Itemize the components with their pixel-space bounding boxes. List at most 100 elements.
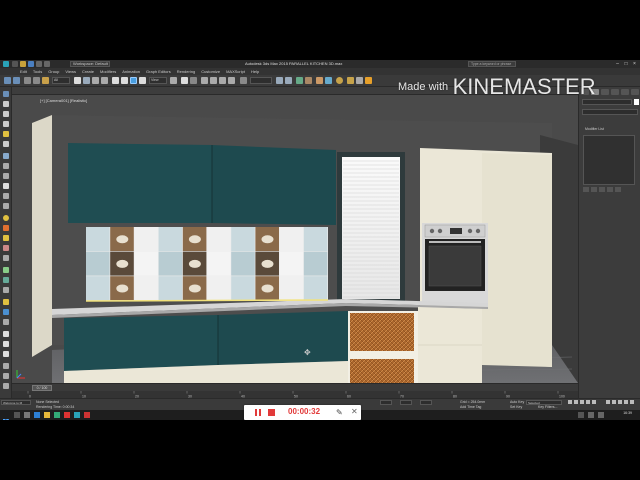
element-icon[interactable]	[3, 141, 9, 147]
modifier-stack[interactable]	[583, 135, 635, 185]
render-setup-icon[interactable]	[347, 77, 354, 84]
swift-loop-icon[interactable]	[3, 153, 9, 159]
vertex-icon[interactable]	[3, 101, 9, 107]
menu-rendering[interactable]: Rendering	[174, 68, 198, 75]
x-coordinate-field[interactable]	[380, 400, 392, 405]
percent-snap-icon[interactable]	[219, 77, 226, 84]
render-production-icon[interactable]	[365, 77, 372, 84]
bridge-icon[interactable]	[3, 235, 9, 241]
select-object-icon[interactable]	[74, 77, 81, 84]
play-icon[interactable]	[580, 400, 584, 404]
auto-key-button[interactable]: Auto Key	[510, 400, 524, 404]
undo-icon[interactable]	[36, 61, 42, 67]
menu-tools[interactable]: Tools	[30, 68, 45, 75]
snaps-toggle-icon[interactable]	[201, 77, 208, 84]
select-move-icon[interactable]	[112, 77, 119, 84]
scene-explorer-icon[interactable]	[296, 77, 303, 84]
redo-toolbar-icon[interactable]	[13, 77, 20, 84]
key-filters-button[interactable]: Key Filters...	[538, 405, 557, 409]
edit-named-selection-icon[interactable]	[240, 77, 247, 84]
relax-icon[interactable]	[3, 215, 9, 221]
paint-deform-icon[interactable]	[3, 299, 9, 305]
schematic-view-icon[interactable]	[325, 77, 332, 84]
system-tray-icon[interactable]	[578, 412, 584, 418]
file-explorer-icon[interactable]	[44, 412, 50, 418]
y-coordinate-field[interactable]	[400, 400, 412, 405]
material-editor-icon[interactable]	[336, 77, 343, 84]
configure-sets-icon[interactable]	[615, 187, 621, 192]
object-color-swatch[interactable]	[634, 99, 639, 105]
minimize-icon[interactable]: –	[614, 60, 621, 68]
create-shape-icon[interactable]	[3, 225, 9, 231]
edge-icon[interactable]	[3, 111, 9, 117]
edge-browser-icon[interactable]	[34, 412, 40, 418]
rendered-frame-window-icon[interactable]	[356, 77, 363, 84]
pan-icon[interactable]	[624, 400, 628, 404]
named-selection-dropdown[interactable]	[250, 77, 272, 84]
select-rotate-icon[interactable]	[121, 77, 128, 84]
flatten-icon[interactable]	[3, 319, 9, 325]
app-logo-icon[interactable]	[3, 61, 9, 67]
time-slider[interactable]: 0 / 100	[12, 383, 578, 391]
modifier-list-dropdown[interactable]	[582, 109, 638, 115]
bevel-icon[interactable]	[3, 203, 9, 209]
camera-viewport[interactable]: [+] [Camera001] [Realistic] ✥	[12, 95, 578, 383]
open-file-icon[interactable]	[20, 61, 26, 67]
keyboard-shortcut-icon[interactable]	[190, 77, 197, 84]
field-of-view-icon[interactable]	[618, 400, 622, 404]
taskbar-clock[interactable]: 16:39	[623, 411, 632, 415]
target-weld-icon[interactable]	[3, 255, 9, 261]
show-end-result-icon[interactable]	[591, 187, 597, 192]
unhide-all-icon[interactable]	[3, 373, 9, 379]
new-file-icon[interactable]	[12, 61, 18, 67]
menu-edit[interactable]: Edit	[17, 68, 30, 75]
polygon-modeling-icon[interactable]	[3, 91, 9, 97]
maxscript-listener[interactable]: Welcome to M	[1, 400, 31, 405]
save-file-icon[interactable]	[28, 61, 34, 67]
redo-icon[interactable]	[44, 61, 50, 67]
workspace-dropdown[interactable]: Workspace: Default	[70, 61, 110, 67]
shift-icon[interactable]	[3, 309, 9, 315]
bind-space-warp-icon[interactable]	[42, 77, 49, 84]
menu-customize[interactable]: Customize	[198, 68, 223, 75]
make-planar-icon[interactable]	[3, 331, 9, 337]
layer-explorer-icon[interactable]	[305, 77, 312, 84]
menu-help[interactable]: Help	[248, 68, 262, 75]
chamfer-icon[interactable]	[3, 267, 9, 273]
recorder-taskbar-icon[interactable]	[84, 412, 90, 418]
previous-frame-icon[interactable]	[574, 400, 578, 404]
utilities-tab-icon[interactable]	[631, 89, 639, 95]
draw-pen-icon[interactable]: ✎	[336, 408, 343, 417]
undo-toolbar-icon[interactable]	[4, 77, 11, 84]
angle-snap-icon[interactable]	[210, 77, 217, 84]
display-tab-icon[interactable]	[621, 89, 629, 95]
hierarchy-tab-icon[interactable]	[601, 89, 609, 95]
go-to-start-icon[interactable]	[568, 400, 572, 404]
hide-selected-icon[interactable]	[3, 363, 9, 369]
link-icon[interactable]	[24, 77, 31, 84]
menu-maxscript[interactable]: MAXScript	[223, 68, 248, 75]
store-icon[interactable]	[54, 412, 60, 418]
pause-recording-icon[interactable]	[255, 409, 261, 416]
spinner-snap-icon[interactable]	[228, 77, 235, 84]
view-align-icon[interactable]	[3, 341, 9, 347]
menu-group[interactable]: Group	[45, 68, 62, 75]
set-key-button[interactable]: Set Key	[510, 405, 522, 409]
weld-icon[interactable]	[3, 245, 9, 251]
quickslice-icon[interactable]	[3, 173, 9, 179]
menu-create[interactable]: Create	[79, 68, 97, 75]
select-place-icon[interactable]	[139, 77, 146, 84]
border-icon[interactable]	[3, 121, 9, 127]
chrome-icon[interactable]	[64, 412, 70, 418]
orbit-icon[interactable]	[630, 400, 634, 404]
add-time-tag[interactable]: Add Time Tag	[460, 405, 481, 409]
stop-recording-icon[interactable]	[268, 409, 275, 416]
select-by-name-icon[interactable]	[83, 77, 90, 84]
task-view-icon[interactable]	[24, 412, 30, 418]
motion-tab-icon[interactable]	[611, 89, 619, 95]
network-icon[interactable]	[588, 412, 594, 418]
menu-animation[interactable]: Animation	[119, 68, 143, 75]
polygon-icon[interactable]	[3, 131, 9, 137]
maximize-icon[interactable]: □	[623, 60, 630, 68]
windows-start-icon[interactable]	[3, 412, 9, 420]
